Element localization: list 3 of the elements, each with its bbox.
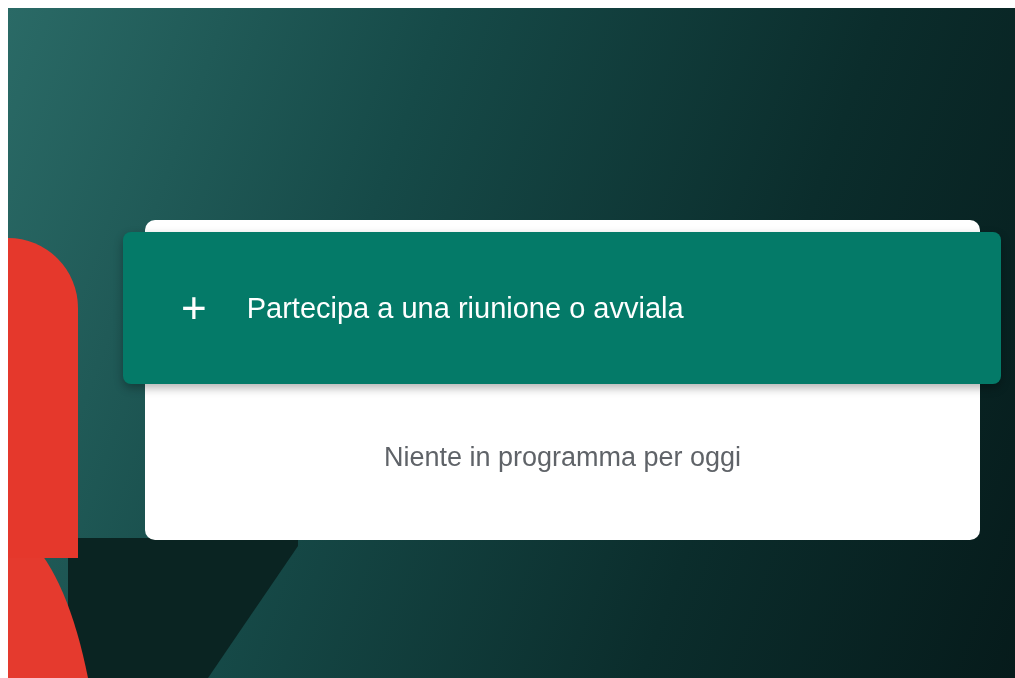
join-meeting-button[interactable]: + Partecipa a una riunione o avviala (123, 232, 1001, 384)
plus-icon: + (181, 286, 207, 330)
empty-message: Niente in programma per oggi (382, 440, 743, 474)
